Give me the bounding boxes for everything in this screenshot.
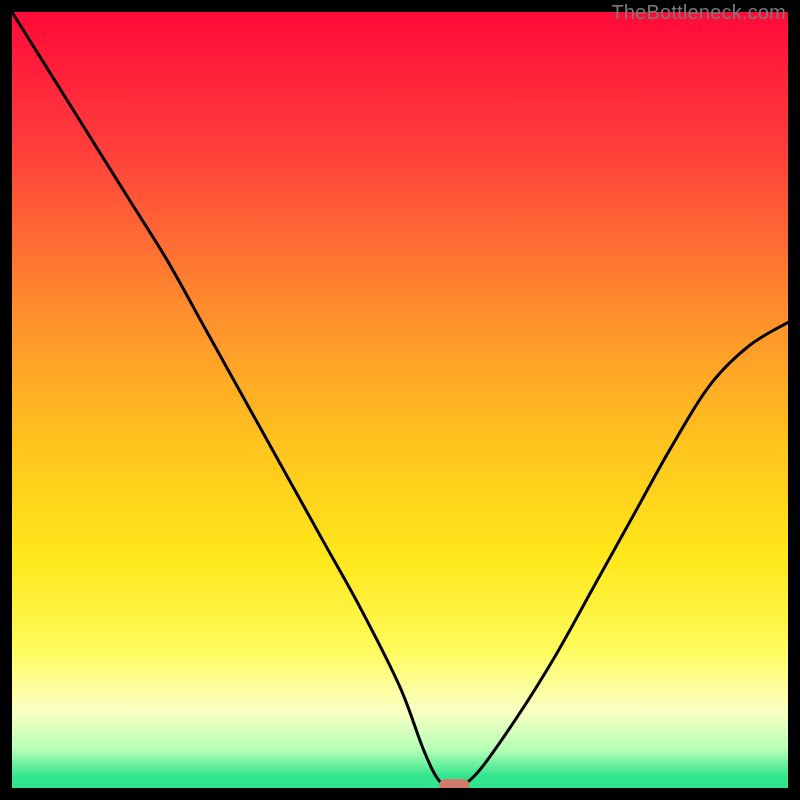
chart-frame: [12, 12, 788, 788]
gradient-background: [12, 12, 788, 788]
watermark-text: TheBottleneck.com: [611, 2, 786, 25]
bottleneck-chart: [12, 12, 788, 788]
optimum-marker: [439, 779, 469, 788]
